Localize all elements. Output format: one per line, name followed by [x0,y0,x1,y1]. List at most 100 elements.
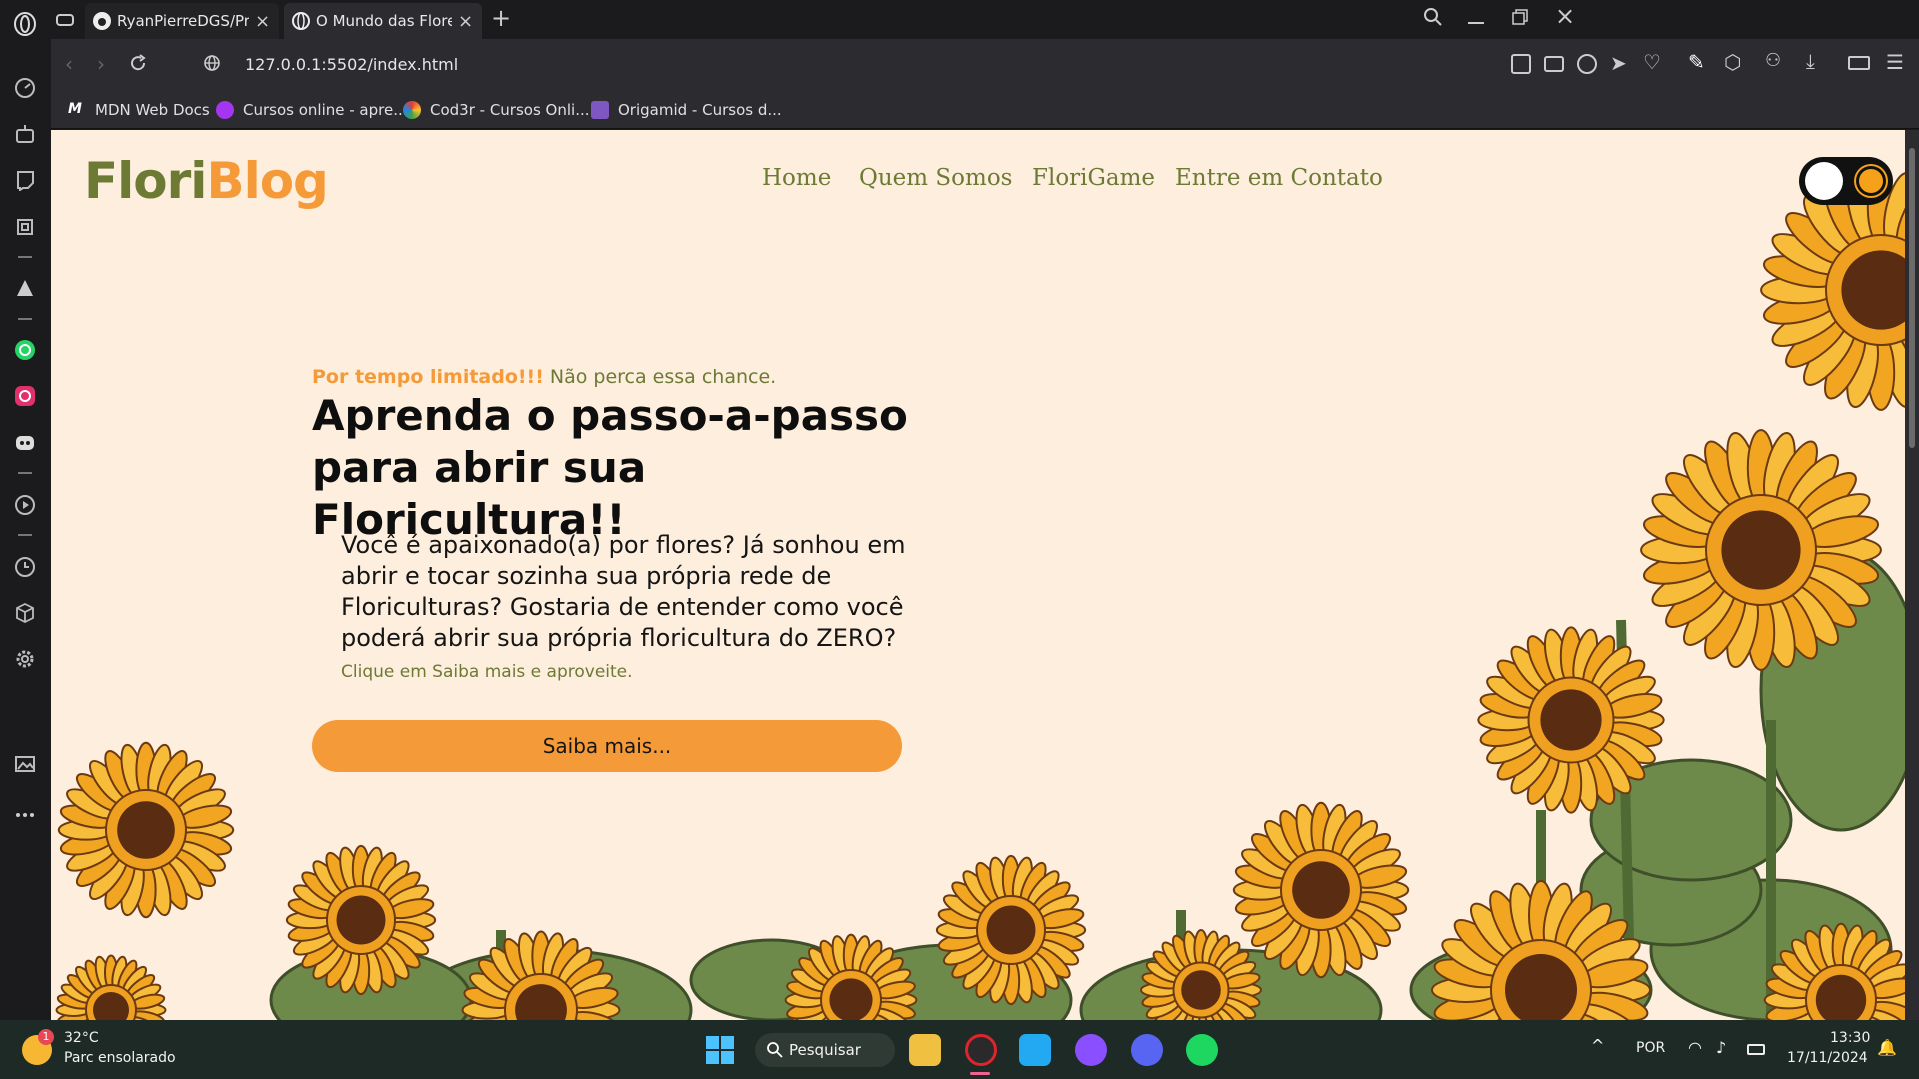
sunflower-illustration [55,169,1905,1020]
volume-icon[interactable]: ♪ [1716,1038,1726,1057]
speed-dial-icon[interactable] [13,76,37,100]
windows-start-icon[interactable] [706,1036,734,1064]
battery-icon[interactable] [1747,1044,1765,1055]
wifi-icon[interactable]: ◠ [1688,1038,1702,1057]
saiba-mais-button[interactable]: Saiba mais... [312,720,902,772]
file-explorer-icon[interactable] [909,1034,941,1066]
twitch-icon[interactable] [13,168,37,192]
theme-toggle[interactable] [1799,157,1893,205]
tab-search-icon[interactable] [1422,6,1444,32]
url-text[interactable]: 127.0.0.1:5502/index.html [245,55,458,74]
page-scrollbar[interactable] [1905,130,1919,1020]
bookmark-label: Origamid - Cursos d... [618,101,782,119]
sidebar-divider [18,472,32,474]
clock-time[interactable]: 13:30 [1830,1030,1870,1046]
easy-setup-icon[interactable]: ☰ [1886,50,1904,74]
weather-temp[interactable]: 32°C [64,1030,99,1046]
tab-strip: RyanPierreDGS/Projeto-Inte × O Mundo das… [51,0,1919,39]
camera-icon[interactable] [1544,56,1564,72]
taskbar-search[interactable]: Pesquisar [755,1033,895,1067]
bookmark-label: Cod3r - Cursos Onli... [430,101,590,119]
logo-part-flori: Flori [84,152,207,210]
battery-saver-icon[interactable] [1848,56,1870,70]
history-icon[interactable] [13,555,37,579]
discord-icon[interactable] [13,431,37,455]
github-desktop-icon[interactable] [1075,1034,1107,1066]
aria-icon[interactable] [13,276,37,300]
share-icon[interactable] [1511,54,1531,74]
scrollbar-thumb[interactable] [1909,148,1915,448]
hero-body-text: Você é apaixonado(a) por flores? Já sonh… [341,531,906,652]
settings-gear-icon[interactable] [13,647,37,671]
windows-taskbar: 1 32°C Parc ensolarado Pesquisar ^ POR ◠… [0,1020,1919,1079]
sidebar-divider [18,534,32,536]
hero-headline: Aprenda o passo-a-passo para abrir sua F… [312,391,908,544]
gallery-icon[interactable] [13,752,37,776]
ai-assistant-icon[interactable] [13,122,37,146]
site-info-icon[interactable] [203,54,221,76]
close-icon[interactable]: × [458,11,474,32]
promo-line: Por tempo limitado!!! Não perca essa chan… [312,366,776,388]
mdn-icon: M [68,101,82,117]
heart-icon[interactable]: ♡ [1643,50,1661,74]
nav-florigame[interactable]: FloriGame [1032,165,1155,191]
whatsapp-icon[interactable] [13,338,37,362]
search-icon [767,1042,783,1058]
tab-floriblog[interactable]: O Mundo das Flores || Flori × [284,3,482,39]
tab-label: RyanPierreDGS/Projeto-Inte [117,12,249,30]
send-icon[interactable]: ➤ [1610,51,1627,75]
tab-menu-icon[interactable] [53,8,77,32]
site-logo[interactable]: FloriBlog [84,152,329,210]
clock-date[interactable]: 17/11/2024 [1787,1050,1868,1066]
hero-cta-text: Clique em Saiba mais e aproveite. [341,662,633,682]
bookmark-mdn[interactable]: M MDN Web Docs [68,101,210,119]
weather-desc[interactable]: Parc ensolarado [64,1050,176,1066]
promo-highlight: Por tempo limitado!!! [312,366,544,388]
udemy-icon [216,101,234,119]
opera-logo-icon[interactable] [13,12,37,36]
discord-taskbar-icon[interactable] [1131,1034,1163,1066]
notification-bell-icon[interactable]: 🔔 [1877,1038,1897,1057]
extensions-icon[interactable] [13,215,37,239]
nav-entre-em-contato[interactable]: Entre em Contato [1175,165,1383,191]
show-hidden-icons-icon[interactable]: ^ [1591,1036,1604,1055]
instagram-icon[interactable] [13,384,37,408]
bookmark-label: MDN Web Docs [95,101,210,119]
adblock-icon[interactable] [1577,54,1597,74]
address-bar: ‹ › 127.0.0.1:5502/index.html ➤ ♡ ✎ ⬡ ⚇ … [51,39,1919,91]
eyedropper-icon[interactable]: ✎ [1688,50,1705,74]
weather-badge: 1 [38,1029,54,1045]
spotify-icon[interactable] [1186,1034,1218,1066]
forward-icon[interactable]: › [97,52,105,76]
profile-icon[interactable]: ⚇ [1765,50,1781,71]
toggle-knob [1805,162,1843,200]
bookmarks-bar: M MDN Web Docs Cursos online - apre... C… [51,91,1919,129]
github-icon [93,12,111,30]
tab-github[interactable]: RyanPierreDGS/Projeto-Inte × [85,3,279,39]
player-icon[interactable] [13,493,37,517]
window-close-icon[interactable]: × [1555,2,1575,30]
nav-home[interactable]: Home [762,165,831,191]
hero-body: Você é apaixonado(a) por flores? Já sonh… [341,530,951,688]
minimize-icon[interactable] [1468,6,1486,28]
vscode-icon[interactable] [1019,1034,1051,1066]
bookmark-cod3r[interactable]: Cod3r - Cursos Onli... [403,101,590,119]
reload-icon[interactable] [128,53,148,77]
more-options-icon[interactable] [13,803,37,827]
screen: RyanPierreDGS/Projeto-Inte × O Mundo das… [0,0,1919,1079]
tab-label: O Mundo das Flores || Flori [316,12,452,30]
cube-icon[interactable]: ⬡ [1724,50,1741,74]
bookmark-udemy[interactable]: Cursos online - apre... [216,101,408,119]
restore-icon[interactable] [1511,8,1529,30]
bookmark-origamid[interactable]: Origamid - Cursos d... [591,101,782,119]
input-language[interactable]: POR [1636,1040,1665,1056]
globe-icon [292,12,310,30]
sidebar-divider [18,256,32,258]
close-icon[interactable]: × [255,11,271,32]
back-icon[interactable]: ‹ [65,52,73,76]
opera-taskbar-icon[interactable] [965,1034,997,1066]
download-icon[interactable]: ⤓ [1806,49,1815,73]
cube-icon[interactable] [13,601,37,625]
nav-quem-somos[interactable]: Quem Somos [859,165,1012,191]
new-tab-icon[interactable]: + [491,4,511,32]
